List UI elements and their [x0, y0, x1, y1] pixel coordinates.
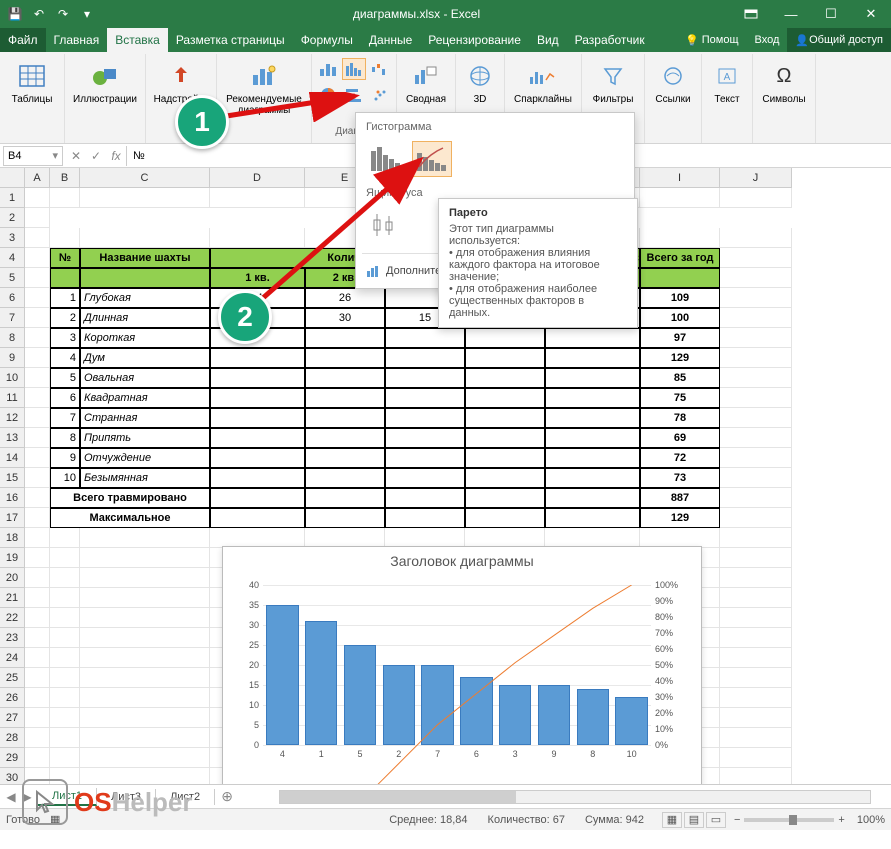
maximize-icon[interactable]: ☐ — [811, 0, 851, 28]
filter-icon — [597, 60, 629, 92]
status-count: Количество: 67 — [488, 814, 565, 826]
y-axis-left: 0510152025303540 — [223, 585, 261, 745]
app-title: диаграммы.xlsx - Excel — [102, 7, 731, 21]
zoom-level: 100% — [857, 814, 885, 826]
view-pagelayout-button[interactable]: ▤ — [684, 812, 704, 828]
tab-insert[interactable]: Вставка — [107, 28, 168, 52]
illustrations-button[interactable]: Иллюстрации — [69, 56, 141, 105]
shapes-icon — [89, 60, 121, 92]
close-icon[interactable]: ✕ — [851, 0, 891, 28]
save-icon[interactable]: 💾 — [6, 5, 24, 23]
ribbon-group-illustrations: Иллюстрации — [65, 54, 146, 143]
filters-button[interactable]: Фильтры — [586, 56, 640, 105]
lightbulb-icon: 💡 — [685, 34, 699, 47]
recommended-chart-icon — [248, 60, 280, 92]
redo-icon[interactable]: ↷ — [54, 5, 72, 23]
pivotchart-button[interactable]: Сводная — [401, 56, 451, 105]
tab-data[interactable]: Данные — [361, 28, 420, 52]
ribbon-group-text: A Текст — [702, 54, 753, 143]
badge-1: 1 — [175, 95, 229, 149]
undo-icon[interactable]: ↶ — [30, 5, 48, 23]
ribbon-group-links: Ссылки — [645, 54, 702, 143]
sparklines-button[interactable]: Спарклайны — [509, 56, 577, 105]
view-normal-button[interactable]: ▦ — [662, 812, 682, 828]
pivotchart-icon — [410, 60, 442, 92]
chart-column-button[interactable] — [316, 58, 340, 80]
tables-button[interactable]: Таблицы — [4, 56, 60, 105]
ribbon-group-symbols: Ω Символы — [753, 54, 816, 143]
symbols-button[interactable]: Ω Символы — [757, 56, 811, 105]
3d-map-button[interactable]: 3D — [460, 56, 500, 105]
omega-icon: Ω — [768, 60, 800, 92]
pareto-tooltip: Парето Этот тип диаграммы используется: … — [438, 198, 638, 328]
menubar: Файл Главная Вставка Разметка страницы Ф… — [0, 28, 891, 52]
chart-histogram-button[interactable] — [342, 58, 366, 80]
text-button[interactable]: A Текст — [706, 56, 748, 105]
cancel-icon[interactable]: ✕ — [66, 146, 86, 166]
ribbon-options-icon[interactable] — [731, 0, 771, 28]
chart-scatter-button[interactable] — [368, 84, 392, 106]
arrow-1 — [215, 92, 365, 122]
horizontal-scrollbar[interactable] — [279, 790, 871, 804]
tab-share[interactable]: 👤 Общий доступ — [787, 28, 891, 52]
name-box[interactable]: B4▾ — [3, 146, 63, 166]
addins-icon — [165, 60, 197, 92]
add-sheet-button[interactable]: ⊕ — [215, 788, 239, 805]
tab-formulas[interactable]: Формулы — [293, 28, 361, 52]
zoom-out-button[interactable]: − — [734, 814, 740, 826]
cursor-icon — [22, 779, 68, 825]
chart-title: Заголовок диаграммы — [223, 547, 701, 575]
y-axis-right: 0%10%20%30%40%50%60%70%80%90%100% — [653, 585, 701, 745]
view-pagebreak-button[interactable]: ▭ — [706, 812, 726, 828]
tab-file[interactable]: Файл — [0, 28, 46, 52]
minimize-icon[interactable]: — — [771, 0, 811, 28]
zoom-slider[interactable] — [744, 818, 834, 822]
fx-icon[interactable]: fx — [106, 146, 126, 166]
arrow-2 — [250, 130, 430, 310]
links-button[interactable]: Ссылки — [649, 56, 697, 105]
textbox-icon: A — [711, 60, 743, 92]
globe-icon — [464, 60, 496, 92]
chart-waterfall-button[interactable] — [368, 58, 392, 80]
plot-area — [263, 585, 651, 745]
select-all-corner[interactable] — [0, 168, 25, 188]
tooltip-title: Парето — [449, 207, 627, 219]
row-headers[interactable]: 1234567891011121314151617181920212223242… — [0, 188, 25, 784]
tab-pagelayout[interactable]: Разметка страницы — [168, 28, 293, 52]
tab-developer[interactable]: Разработчик — [567, 28, 653, 52]
tab-view[interactable]: Вид — [529, 28, 567, 52]
titlebar: 💾 ↶ ↷ ▾ диаграммы.xlsx - Excel — ☐ ✕ — [0, 0, 891, 28]
ribbon-group-tables: Таблицы — [0, 54, 65, 143]
tab-review[interactable]: Рецензирование — [420, 28, 529, 52]
tab-home[interactable]: Главная — [46, 28, 108, 52]
enter-icon[interactable]: ✓ — [86, 146, 106, 166]
status-sum: Сумма: 942 — [585, 814, 644, 826]
qat-more-icon[interactable]: ▾ — [78, 5, 96, 23]
table-icon — [16, 60, 48, 92]
tab-login[interactable]: Вход — [747, 28, 788, 52]
x-axis: 41527639810 — [263, 749, 651, 767]
embedded-chart[interactable]: Заголовок диаграммы 0510152025303540 0%1… — [222, 546, 702, 784]
tab-help[interactable]: 💡 Помощ — [677, 28, 747, 52]
sparkline-icon — [527, 60, 559, 92]
hyperlink-icon — [657, 60, 689, 92]
badge-2: 2 — [218, 290, 272, 344]
zoom-in-button[interactable]: + — [838, 814, 844, 826]
watermark: OSHelper — [22, 779, 193, 825]
svg-text:A: A — [724, 72, 731, 83]
status-average: Среднее: 18,84 — [389, 814, 467, 826]
sheet-prev-button[interactable]: ◀ — [4, 788, 18, 806]
